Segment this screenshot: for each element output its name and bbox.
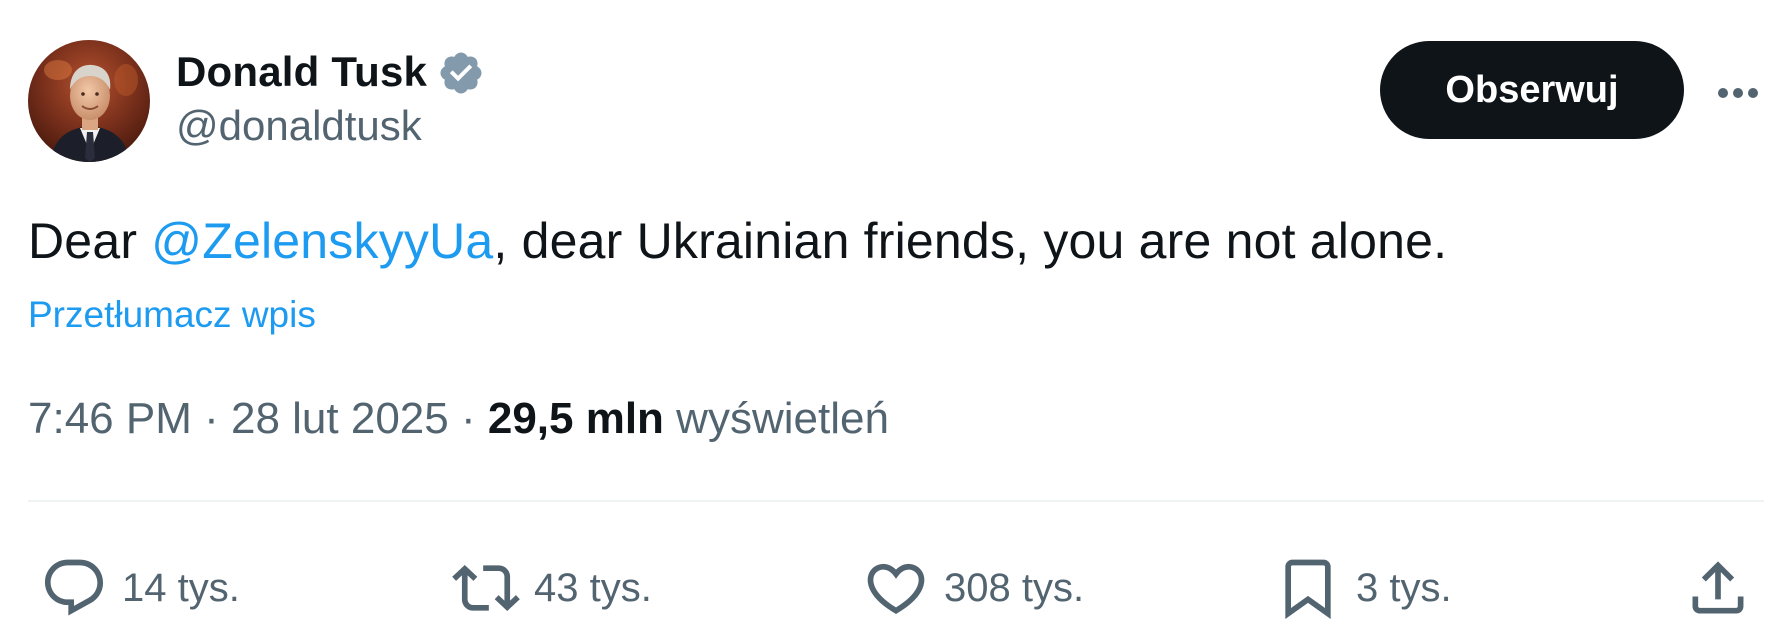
tweet-text: Dear @ZelenskyyUa, dear Ukrainian friend… [28,212,1447,270]
divider [28,500,1764,502]
reply-count: 14 tys. [122,565,240,610]
share-icon [1692,561,1744,614]
reply-button[interactable]: 14 tys. [40,548,240,628]
like-button[interactable]: 308 tys. [862,548,1084,628]
views-label: wyświetleń [676,394,889,443]
display-name[interactable]: Donald Tusk [176,48,427,96]
handle[interactable]: @donaldtusk [176,102,485,150]
avatar[interactable] [28,40,150,162]
action-bar: 14 tys. 43 tys. 308 tys. 3 tys. [28,548,1764,628]
views-count: 29,5 mln [487,394,664,443]
retweet-button[interactable]: 43 tys. [452,548,652,628]
tweet-date[interactable]: 28 lut 2025 [231,394,449,443]
more-options-button[interactable] [1711,66,1765,120]
retweet-icon [452,564,520,612]
verified-badge-icon[interactable] [437,49,485,97]
name-row: Donald Tusk [176,44,485,100]
translate-link[interactable]: Przetłumacz wpis [28,294,316,336]
like-count: 308 tys. [944,565,1085,610]
mention-link[interactable]: @ZelenskyyUa [151,213,493,269]
tweet-text-start: Dear [28,213,152,269]
avatar-image [28,40,150,162]
bookmark-count: 3 tys. [1356,565,1452,610]
meta-separator: · [191,394,231,443]
heart-icon [867,563,925,614]
bookmark-button[interactable]: 3 tys. [1274,548,1452,628]
bookmark-icon [1285,559,1331,619]
share-button[interactable] [1684,548,1752,628]
follow-button[interactable]: Obserwuj [1380,41,1684,139]
author-info: Donald Tusk @donaldtusk [176,44,485,150]
retweet-count: 43 tys. [534,565,652,610]
tweet-meta: 7:46 PM · 28 lut 2025 · 29,5 mln wyświet… [28,394,889,444]
more-options-icon [1718,88,1758,98]
tweet-text-end: , dear Ukrainian friends, you are not al… [493,213,1448,269]
meta-separator: · [448,394,488,443]
reply-icon [44,559,104,616]
tweet-time[interactable]: 7:46 PM [28,394,192,443]
